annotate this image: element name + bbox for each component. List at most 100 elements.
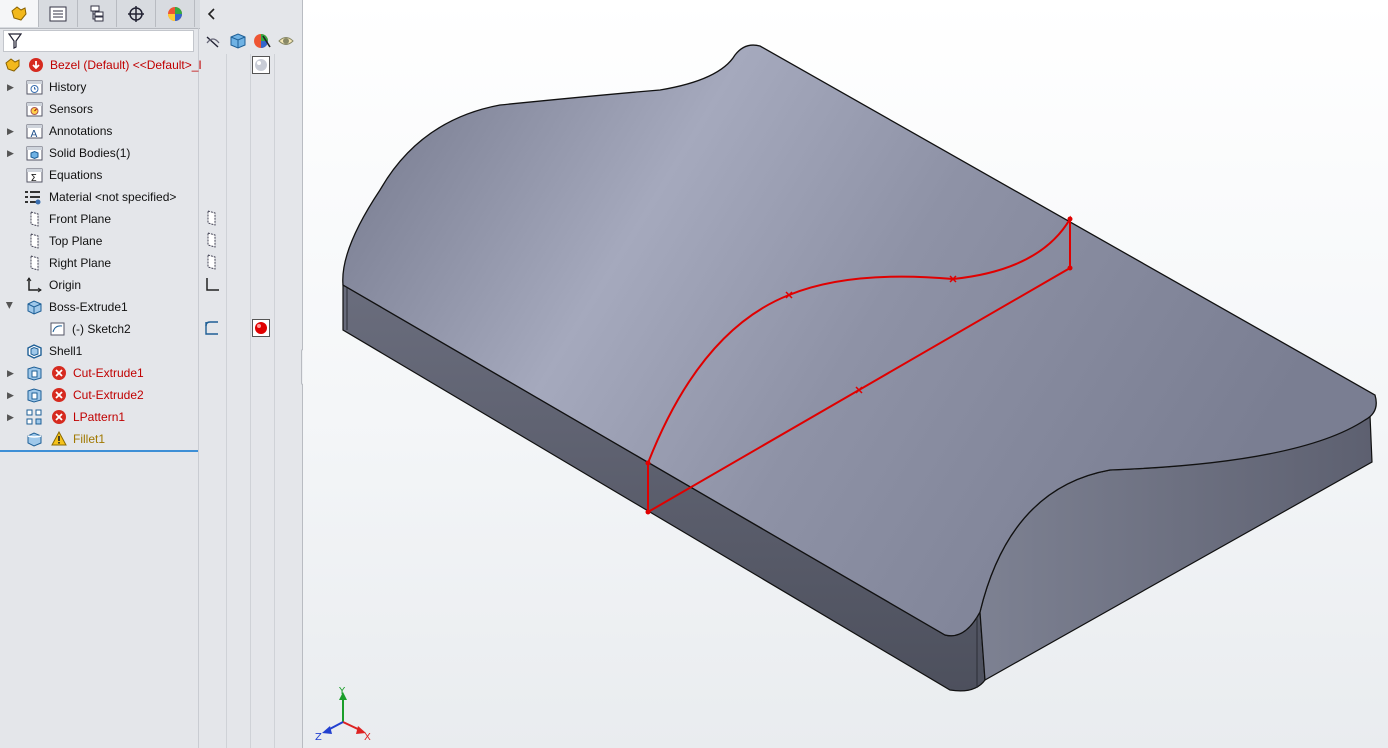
hide-show-column-icon[interactable] [202, 30, 224, 52]
feature-tree: Bezel (Default) <<Default>_I ▶ History S… [0, 54, 202, 450]
triad-x-label: X [364, 732, 371, 743]
featuremanager-panel: Bezel (Default) <<Default>_I ▶ History S… [0, 0, 303, 748]
tree-item-label: Annotations [49, 124, 113, 138]
rebuild-error-icon [29, 58, 43, 72]
tree-item-label: Cut-Extrude2 [73, 388, 144, 402]
tree-item-annotations[interactable]: ▶ A Annotations [0, 120, 198, 142]
dimxpertmanager-tab[interactable] [117, 0, 156, 27]
warning-icon [51, 431, 67, 446]
tree-item-label: Origin [49, 278, 82, 292]
collapse-panel-button[interactable] [202, 4, 222, 24]
tree-item-material[interactable]: Material <not specified> [0, 186, 198, 208]
tree-item-label: Equations [49, 168, 103, 182]
collapse-icon[interactable]: ▶ [0, 302, 21, 312]
tree-item-shell1[interactable]: Shell1 [0, 340, 198, 362]
tree-item-boss-extrude1[interactable]: ▶ Boss-Extrude1 [0, 296, 198, 318]
origin-visibility-icon[interactable] [203, 276, 221, 294]
tree-item-equations[interactable]: Σ Equations [0, 164, 198, 186]
rollback-bar[interactable] [0, 450, 198, 452]
extrude-feature-icon [27, 300, 42, 315]
solid-bodies-folder-icon [26, 146, 43, 161]
displaymanager-tab[interactable] [156, 0, 195, 27]
tree-item-solid-bodies[interactable]: ▶ Solid Bodies(1) [0, 142, 198, 164]
tree-item-fillet1[interactable]: Fillet1 [0, 428, 198, 450]
tree-item-cut-extrude2[interactable]: ▶ Cut-Extrude2 [0, 384, 198, 406]
tree-item-sensors[interactable]: Sensors [0, 98, 198, 120]
sketch-point[interactable] [645, 509, 651, 515]
tree-item-top-plane[interactable]: Top Plane [0, 230, 198, 252]
column-divider [226, 54, 227, 748]
column-header-icons [200, 28, 302, 54]
sketch-color-ball-icon[interactable] [252, 319, 270, 337]
expand-icon[interactable]: ▶ [7, 142, 17, 164]
graphics-area[interactable]: Y X Z [303, 0, 1388, 748]
tree-item-label: Shell1 [49, 344, 83, 358]
tree-item-sketch2[interactable]: (-) Sketch2 [0, 318, 198, 340]
tree-item-label: Top Plane [49, 234, 103, 248]
expand-icon[interactable]: ▶ [7, 76, 17, 98]
history-folder-icon [26, 80, 43, 95]
sketch-point[interactable] [1067, 265, 1073, 271]
origin-icon [26, 277, 42, 293]
material-icon [25, 191, 41, 205]
plane-visibility-icon[interactable] [203, 209, 221, 227]
tree-item-label: LPattern1 [73, 410, 126, 424]
svg-text:A: A [31, 129, 38, 139]
plane-visibility-icon[interactable] [203, 231, 221, 249]
tree-item-label: Sensors [49, 102, 94, 116]
svg-text:Σ: Σ [31, 173, 37, 183]
expand-icon[interactable]: ▶ [7, 384, 17, 406]
tree-root-part[interactable]: Bezel (Default) <<Default>_I [0, 54, 202, 76]
cut-extrude-feature-icon [27, 366, 42, 381]
annotations-folder-icon: A [26, 124, 43, 139]
tree-item-right-plane[interactable]: Right Plane [0, 252, 198, 274]
linear-pattern-icon [26, 409, 42, 425]
plane-icon [30, 211, 39, 227]
error-icon [52, 366, 66, 380]
tree-item-label: Solid Bodies(1) [49, 146, 131, 160]
body-display-column-icon[interactable] [227, 30, 249, 52]
tree-item-lpattern1[interactable]: ▶ LPattern1 [0, 406, 198, 428]
expand-icon[interactable]: ▶ [7, 406, 17, 428]
sketch-point[interactable] [1067, 216, 1073, 222]
triad-z-label: Z [315, 732, 322, 743]
sketch-point[interactable] [645, 460, 651, 466]
tree-item-history[interactable]: ▶ History [0, 76, 198, 98]
shell-feature-icon [27, 344, 42, 359]
tree-item-label: Material <not specified> [49, 190, 177, 204]
filter-icon [8, 33, 22, 49]
panel-tabs [0, 0, 200, 29]
tree-item-label: Fillet1 [73, 432, 106, 446]
model-viewport: Y X Z [315, 44, 1377, 743]
equations-folder-icon: Σ [26, 168, 43, 183]
tree-item-label: History [49, 80, 87, 94]
tree-filter-input[interactable] [3, 30, 194, 52]
featuremanager-tab[interactable] [0, 0, 39, 27]
transparency-column-icon[interactable] [275, 30, 297, 52]
expand-icon[interactable]: ▶ [7, 362, 17, 384]
tree-item-origin[interactable]: Origin [0, 274, 198, 296]
tree-item-label: (-) Sketch2 [72, 322, 131, 336]
appearance-ball-icon[interactable] [252, 56, 270, 74]
configurationmanager-tab[interactable] [78, 0, 117, 27]
column-divider [198, 28, 199, 748]
sketch-icon [50, 322, 65, 336]
expand-icon[interactable]: ▶ [7, 120, 17, 142]
reference-triad: Y X Z [315, 686, 371, 743]
plane-icon [30, 233, 39, 249]
sensors-folder-icon [26, 102, 43, 117]
tree-item-label: Cut-Extrude1 [73, 366, 144, 380]
triad-y-label: Y [338, 686, 346, 697]
sketch-visibility-icon[interactable] [203, 319, 221, 337]
cut-extrude-feature-icon [27, 388, 42, 403]
chevron-left-icon [207, 8, 215, 20]
plane-icon [30, 255, 39, 271]
tree-item-cut-extrude1[interactable]: ▶ Cut-Extrude1 [0, 362, 198, 384]
tree-item-label: Boss-Extrude1 [49, 300, 128, 314]
appearance-column-icon[interactable] [251, 30, 273, 52]
propertymanager-tab[interactable] [39, 0, 78, 27]
tree-item-front-plane[interactable]: Front Plane [0, 208, 198, 230]
column-divider [250, 54, 251, 748]
part-icon [5, 58, 20, 72]
plane-visibility-icon[interactable] [203, 253, 221, 271]
